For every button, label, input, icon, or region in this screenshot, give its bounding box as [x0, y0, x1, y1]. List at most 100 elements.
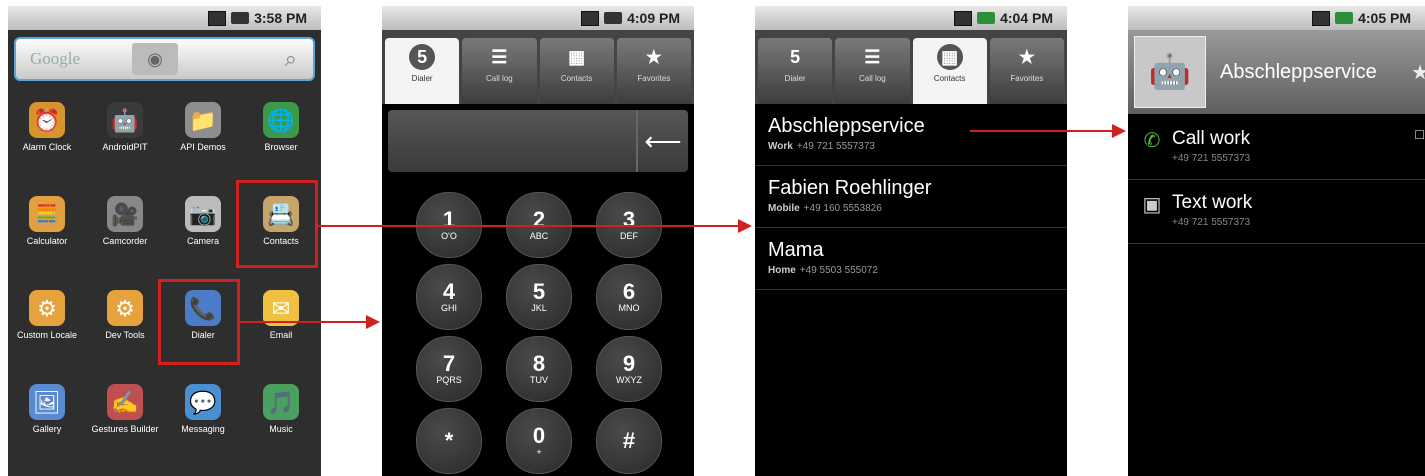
avatar: 🤖 — [1134, 36, 1206, 108]
dial-key[interactable]: 7 PQRS — [416, 336, 482, 402]
contact-row[interactable]: Abschleppservice Work +49 721 5557373 — [755, 104, 1067, 166]
app-camera[interactable]: 📷 Camera — [164, 190, 242, 284]
tab-contacts[interactable]: ▦ Contacts — [912, 38, 987, 104]
contact-number-line: Work +49 721 5557373 — [768, 141, 1067, 152]
tab-icon: ▦ — [936, 44, 963, 70]
contacts-screen: 4:04 PM 5 Dialer ☰ Call log ▦ Contacts ★ Favori… — [755, 6, 1067, 476]
app-gestures-builder[interactable]: ✍ Gestures Builder — [86, 378, 164, 472]
tab-favorites[interactable]: ★ Favorites — [616, 38, 691, 104]
phone-type: Home — [768, 265, 796, 276]
detail-action-row[interactable]: ▣ Text work +49 721 5557373 — [1128, 180, 1425, 244]
tab-call-log[interactable]: ☰ Call log — [462, 38, 537, 104]
dial-key[interactable]: 6 MNO — [596, 264, 662, 330]
action-title: Call work — [1172, 128, 1251, 149]
tab-dialer[interactable]: 5 Dialer — [385, 38, 460, 104]
tab-label: Call log — [486, 74, 513, 83]
battery-icon — [604, 12, 623, 24]
tab-favorites[interactable]: ★ Favorites — [989, 38, 1064, 104]
tab-icon: 5 — [409, 44, 436, 70]
dial-key[interactable]: * — [416, 408, 482, 474]
app-messaging[interactable]: 💬 Messaging — [164, 378, 242, 472]
voice-search-icon[interactable]: ◉ — [132, 43, 178, 75]
dial-key[interactable]: 4 GHI — [416, 264, 482, 330]
app-label: Dev Tools — [105, 330, 145, 340]
contacts-highlight — [236, 180, 318, 268]
arrow-head — [366, 315, 380, 329]
default-checkbox-icon[interactable]: ☐ — [1414, 128, 1425, 142]
app-browser[interactable]: 🌐 Browser — [242, 96, 320, 190]
google-search-widget[interactable]: Google ◉ ⌕ — [14, 37, 315, 81]
tab-icon: ☰ — [864, 46, 881, 67]
app-alarm-clock[interactable]: ⏰ Alarm Clock — [8, 96, 86, 190]
search-icon[interactable]: ⌕ — [285, 46, 297, 72]
key-digit: 7 — [442, 350, 456, 376]
app-label: Camera — [186, 236, 219, 246]
dial-key[interactable]: 8 TUV — [506, 336, 572, 402]
dialer-screen: 4:09 PM 5 Dialer ☰ Call log ▦ Contacts ★ Favori… — [382, 6, 694, 476]
tab-icon: ☰ — [491, 46, 508, 67]
sms-icon: ▣ — [1142, 194, 1162, 216]
app-custom-locale[interactable]: ⚙ Custom Locale — [8, 284, 86, 378]
arrow-head — [738, 219, 752, 233]
calculator-icon: 🧮 — [29, 196, 65, 232]
signal-icon — [581, 10, 600, 26]
dial-key[interactable]: # — [596, 408, 662, 474]
app-gallery[interactable]: 🖼 Gallery — [8, 378, 86, 472]
dial-key[interactable]: 0 + — [506, 408, 572, 474]
tab-label: Favorites — [1010, 74, 1044, 83]
status-bar: 4:04 PM — [755, 6, 1067, 30]
gear-icon: ⚙ — [29, 290, 65, 326]
tab-dialer[interactable]: 5 Dialer — [758, 38, 833, 104]
backspace-icon[interactable]: ⟵ — [636, 110, 688, 172]
app-androidpit[interactable]: 🤖 AndroidPIT — [86, 96, 164, 190]
app-label: AndroidPIT — [102, 142, 148, 152]
detail-action-row[interactable]: ✆ Call work +49 721 5557373 ☐ — [1128, 116, 1425, 180]
contact-number-line: Mobile +49 160 5553826 — [768, 203, 1067, 214]
app-calculator[interactable]: 🧮 Calculator — [8, 190, 86, 284]
key-letters: PQRS — [436, 374, 462, 385]
contact-row[interactable]: Fabien Roehlinger Mobile +49 160 5553826 — [755, 166, 1067, 228]
contact-name: Abschleppservice — [1220, 60, 1377, 83]
tab-icon: ▦ — [568, 46, 586, 67]
music-icon: 🎵 — [263, 384, 299, 420]
key-letters: MNO — [618, 302, 640, 313]
arrow-line — [240, 321, 370, 323]
androidpit-icon: 🤖 — [107, 102, 143, 138]
app-music[interactable]: 🎵 Music — [242, 378, 320, 472]
action-number: +49 721 5557373 — [1172, 217, 1251, 228]
tab-icon: 5 — [790, 46, 801, 67]
gestures-icon: ✍ — [107, 384, 143, 420]
signal-icon — [1312, 10, 1331, 26]
app-camcorder[interactable]: 🎥 Camcorder — [86, 190, 164, 284]
contact-number-line: Home +49 5503 555072 — [768, 265, 1067, 276]
app-dev-tools[interactable]: ⚙ Dev Tools — [86, 284, 164, 378]
phone-number: +49 160 5553826 — [803, 203, 882, 214]
key-letters: JKL — [531, 302, 547, 313]
contact-header: 🤖 Abschleppservice ★ — [1128, 30, 1425, 114]
tab-label: Call log — [859, 74, 886, 83]
app-label: Gestures Builder — [91, 424, 159, 434]
phone-icon: ✆ — [1143, 130, 1161, 152]
app-email[interactable]: ✉ Email — [242, 284, 320, 378]
tab-contacts[interactable]: ▦ Contacts — [539, 38, 614, 104]
contact-row[interactable]: Mama Home +49 5503 555072 — [755, 228, 1067, 290]
key-digit: 3 — [622, 206, 636, 232]
app-api-demos[interactable]: 📁 API Demos — [164, 96, 242, 190]
app-label: Calculator — [26, 236, 68, 246]
tab-label: Dialer — [411, 74, 433, 83]
action-number: +49 721 5557373 — [1172, 153, 1251, 164]
app-label: Messaging — [181, 424, 225, 434]
key-digit: 8 — [532, 350, 546, 376]
phone-tab-bar: 5 Dialer ☰ Call log ▦ Contacts ★ Favorites — [382, 30, 694, 104]
digits-field[interactable]: ⟵ — [388, 110, 688, 172]
key-letters: DEF — [620, 230, 638, 241]
dial-key[interactable]: 9 WXYZ — [596, 336, 662, 402]
dial-key[interactable]: 5 JKL — [506, 264, 572, 330]
star-icon[interactable]: ★ — [1411, 60, 1425, 85]
battery-icon — [977, 12, 996, 24]
contact-detail-screen: 4:05 PM 🤖 Abschleppservice ★ ✆ Call work +… — [1128, 6, 1425, 476]
key-letters: GHI — [440, 302, 457, 313]
gear-icon: ⚙ — [107, 290, 143, 326]
tab-call-log[interactable]: ☰ Call log — [835, 38, 910, 104]
key-digit: 1 — [442, 206, 456, 232]
